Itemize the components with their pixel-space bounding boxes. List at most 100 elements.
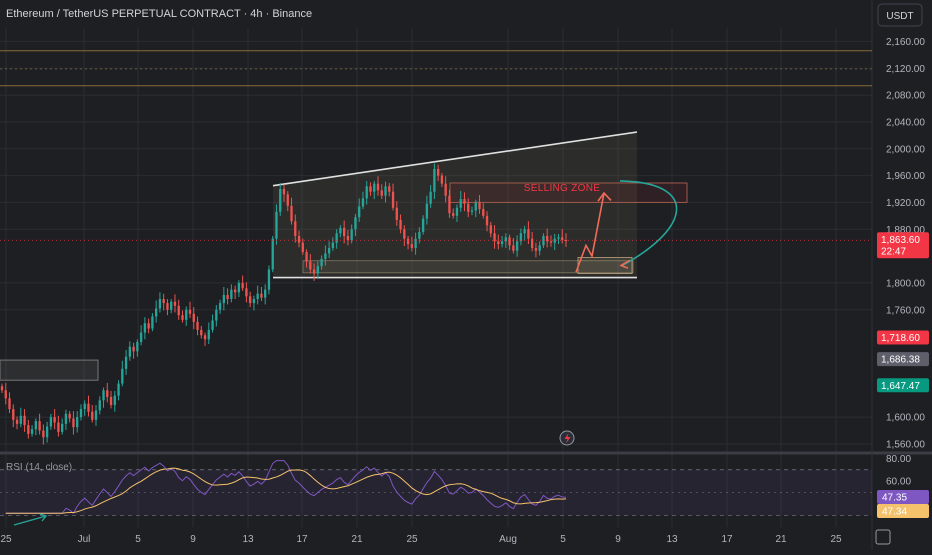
currency-button[interactable]: USDT — [877, 3, 923, 27]
candle-body — [23, 415, 26, 426]
price-tag-value: 1,686.38 — [881, 355, 920, 366]
candle-body — [245, 288, 248, 297]
candle-body — [564, 240, 568, 241]
candle-body — [515, 241, 519, 251]
candle-body — [508, 237, 511, 246]
candle-body — [188, 309, 192, 314]
candle-body — [15, 419, 19, 424]
candle-body — [136, 341, 139, 352]
chart-title: Ethereum / TetherUS PERPETUAL CONTRACT ·… — [6, 8, 312, 20]
price-tick: 2,120.00 — [886, 64, 925, 75]
candle-body — [98, 400, 101, 411]
candle-body — [538, 245, 541, 251]
candle-body — [301, 242, 304, 253]
candle-body — [534, 248, 538, 251]
rsi-tag-value: 47.35 — [882, 493, 907, 504]
chart-canvas[interactable]: 2,160.00 2,120.00 2,080.00 2,040.00 2,000.00… — [0, 0, 932, 550]
rsi-tick: 80.00 — [886, 454, 911, 465]
price-tick: 1,800.00 — [886, 278, 925, 289]
candle-body — [497, 241, 500, 245]
candle-body — [34, 421, 38, 430]
candle-body — [38, 421, 41, 431]
candle-body — [233, 289, 237, 293]
candle-body — [267, 269, 271, 290]
time-tick: 25 — [830, 534, 842, 545]
candle-body — [553, 238, 556, 243]
candle-body — [72, 418, 75, 428]
currency-button-label[interactable]: USDT — [886, 11, 913, 22]
time-tick: 5 — [560, 534, 566, 545]
candle-body — [117, 383, 120, 396]
candle-body — [444, 183, 447, 196]
candle-body — [8, 398, 11, 410]
candle-body — [166, 303, 169, 310]
candle-body — [436, 168, 440, 176]
candle-body — [53, 417, 56, 423]
candle-body — [410, 244, 414, 249]
target-box — [577, 257, 633, 274]
candle-body — [561, 237, 564, 240]
candle-body — [282, 189, 286, 195]
price-tick: 2,080.00 — [886, 91, 925, 102]
candle-body — [106, 390, 109, 397]
rsi-band-fill — [0, 469, 872, 516]
candle-body — [60, 423, 64, 432]
price-tick: 2,040.00 — [886, 117, 925, 128]
candle-body — [94, 410, 98, 420]
candle-body — [124, 356, 128, 369]
candle-body — [440, 175, 444, 184]
candle-body — [331, 242, 335, 249]
candle-body — [395, 207, 398, 220]
candle-body — [448, 195, 451, 214]
candle-body — [45, 426, 49, 438]
candle-body — [158, 299, 162, 309]
candle-body — [421, 218, 425, 232]
candle-body — [324, 253, 327, 259]
time-tick: 25 — [406, 534, 418, 545]
candle-body — [256, 293, 259, 300]
candle-body — [264, 289, 267, 298]
candle-body — [218, 303, 222, 310]
candle-body — [406, 238, 410, 245]
candle-body — [222, 295, 226, 304]
candle-body — [320, 258, 323, 267]
rsi-tick: 60.00 — [886, 477, 911, 488]
candle-body — [203, 335, 207, 340]
rsi-title: RSI (14, close) — [6, 462, 72, 473]
candle-body — [380, 190, 383, 196]
candle-body — [226, 295, 229, 300]
candle-body — [297, 235, 301, 243]
candle-body — [170, 301, 173, 310]
candle-body — [91, 411, 94, 420]
historical-box — [0, 359, 99, 381]
price-tick: 1,960.00 — [886, 171, 925, 182]
candle-body — [452, 213, 455, 216]
time-tick: 13 — [242, 534, 254, 545]
candle-body — [177, 305, 180, 316]
candle-body — [192, 313, 195, 322]
price-tick: 1,600.00 — [886, 413, 925, 424]
candle-body — [279, 189, 282, 212]
candle-body — [358, 206, 361, 218]
rsi-pane — [0, 460, 872, 526]
candle-body — [87, 403, 90, 412]
price-tick: 1,560.00 — [886, 439, 925, 450]
candle-body — [181, 315, 184, 320]
price-tick: 2,000.00 — [886, 144, 925, 155]
candle-body — [478, 202, 481, 210]
candle-body — [316, 266, 320, 274]
time-tick: 13 — [666, 534, 678, 545]
candle-body — [19, 415, 22, 424]
candle-body — [376, 183, 380, 191]
candle-body — [173, 301, 177, 306]
candle-body — [418, 231, 421, 239]
candle-body — [557, 237, 560, 239]
price-tag-value: 1,718.60 — [881, 333, 920, 344]
candle-body — [275, 211, 278, 239]
flash-icon[interactable] — [559, 430, 575, 446]
trading-chart[interactable]: 2,160.00 2,120.00 2,080.00 2,040.00 2,000.00… — [0, 0, 932, 550]
candle-body — [523, 229, 526, 234]
candle-body — [79, 409, 83, 418]
candle-body — [49, 417, 53, 427]
candle-body — [485, 215, 489, 226]
